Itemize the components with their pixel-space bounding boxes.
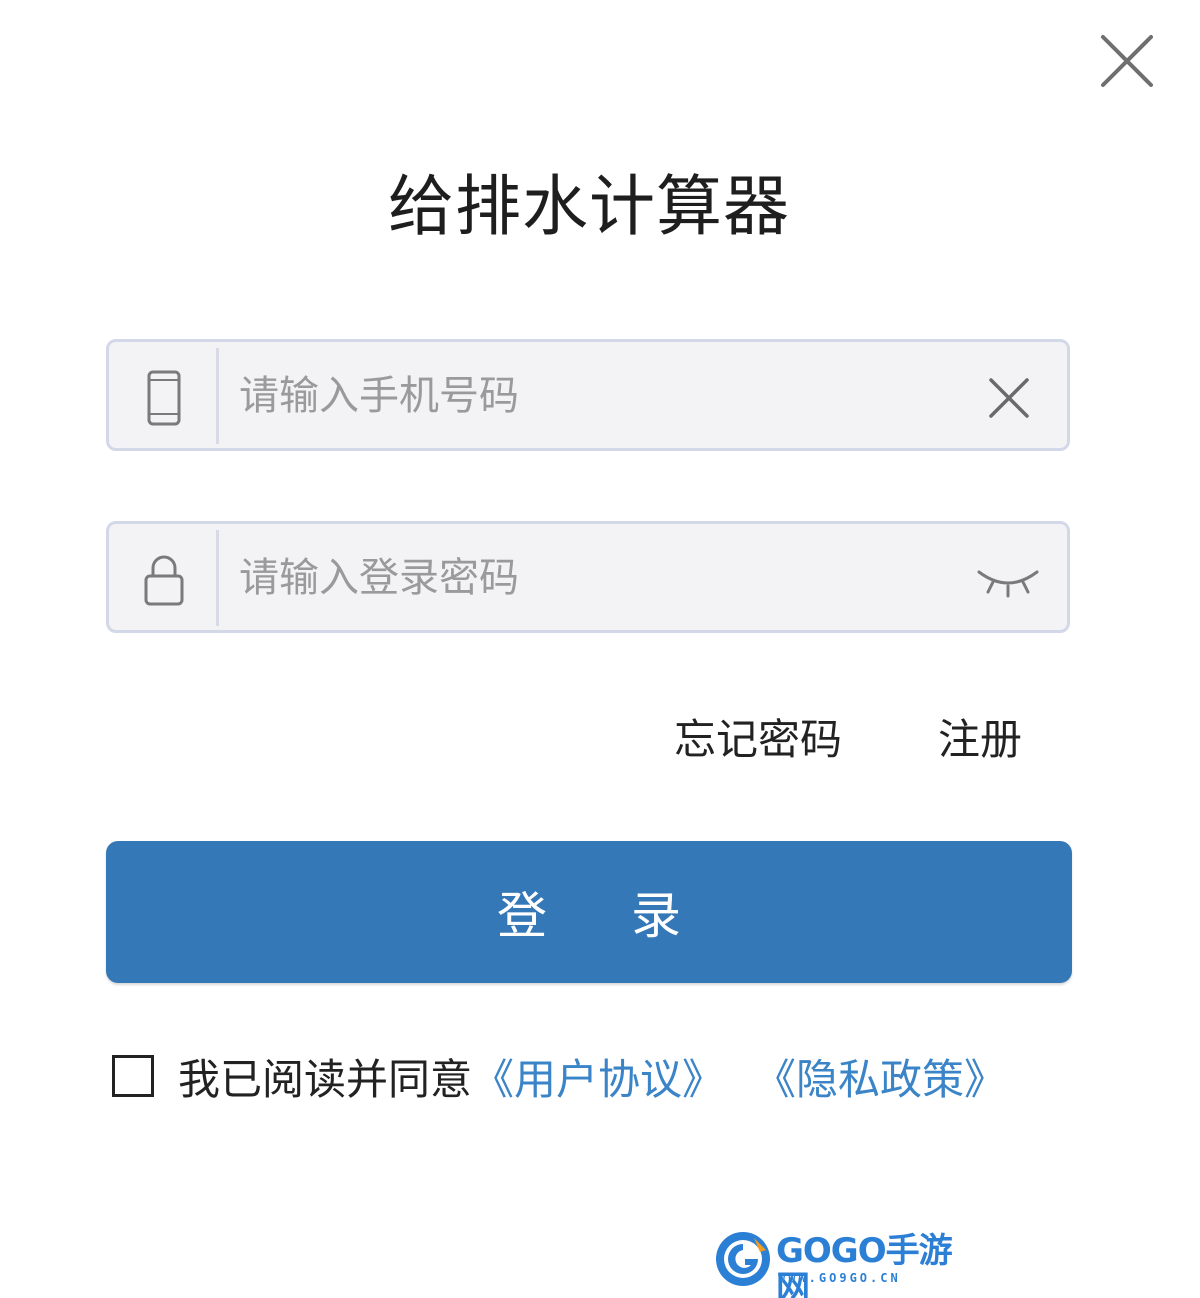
forgot-password-link[interactable]: 忘记密码 <box>674 712 842 768</box>
agreement-checkbox[interactable] <box>112 1055 154 1097</box>
login-dialog: 给排水计算器 忘记密码 注册 登 录 <box>0 0 1200 1298</box>
clear-icon[interactable] <box>985 374 1033 422</box>
register-link[interactable]: 注册 <box>938 712 1022 768</box>
phone-input[interactable] <box>239 364 939 428</box>
field-divider <box>216 530 219 626</box>
close-icon[interactable] <box>1098 32 1156 90</box>
user-agreement-link[interactable]: 《用户协议》 <box>472 1046 724 1107</box>
login-button[interactable]: 登 录 <box>106 841 1072 983</box>
agreement-text: 我已阅读并同意 <box>178 1054 473 1104</box>
field-divider <box>216 348 219 444</box>
watermark-text: GOGO手游网 <box>776 1231 953 1298</box>
agreement-row: 我已阅读并同意 《用户协议》 《隐私政策》 <box>112 1046 1006 1106</box>
password-field[interactable] <box>106 521 1070 633</box>
app-title: 给排水计算器 <box>388 168 790 245</box>
privacy-policy-link[interactable]: 《隐私政策》 <box>754 1046 1006 1107</box>
password-input[interactable] <box>239 546 939 610</box>
eye-closed-icon[interactable] <box>975 564 1041 598</box>
phone-icon <box>147 370 181 426</box>
watermark-logo-icon <box>716 1232 770 1286</box>
watermark-url: WWW.GO9GO.CN <box>778 1271 901 1285</box>
watermark-logo: GOGO手游网 WWW.GO9GO.CN <box>714 1230 954 1298</box>
lock-icon <box>144 555 184 606</box>
phone-field[interactable] <box>106 339 1070 451</box>
